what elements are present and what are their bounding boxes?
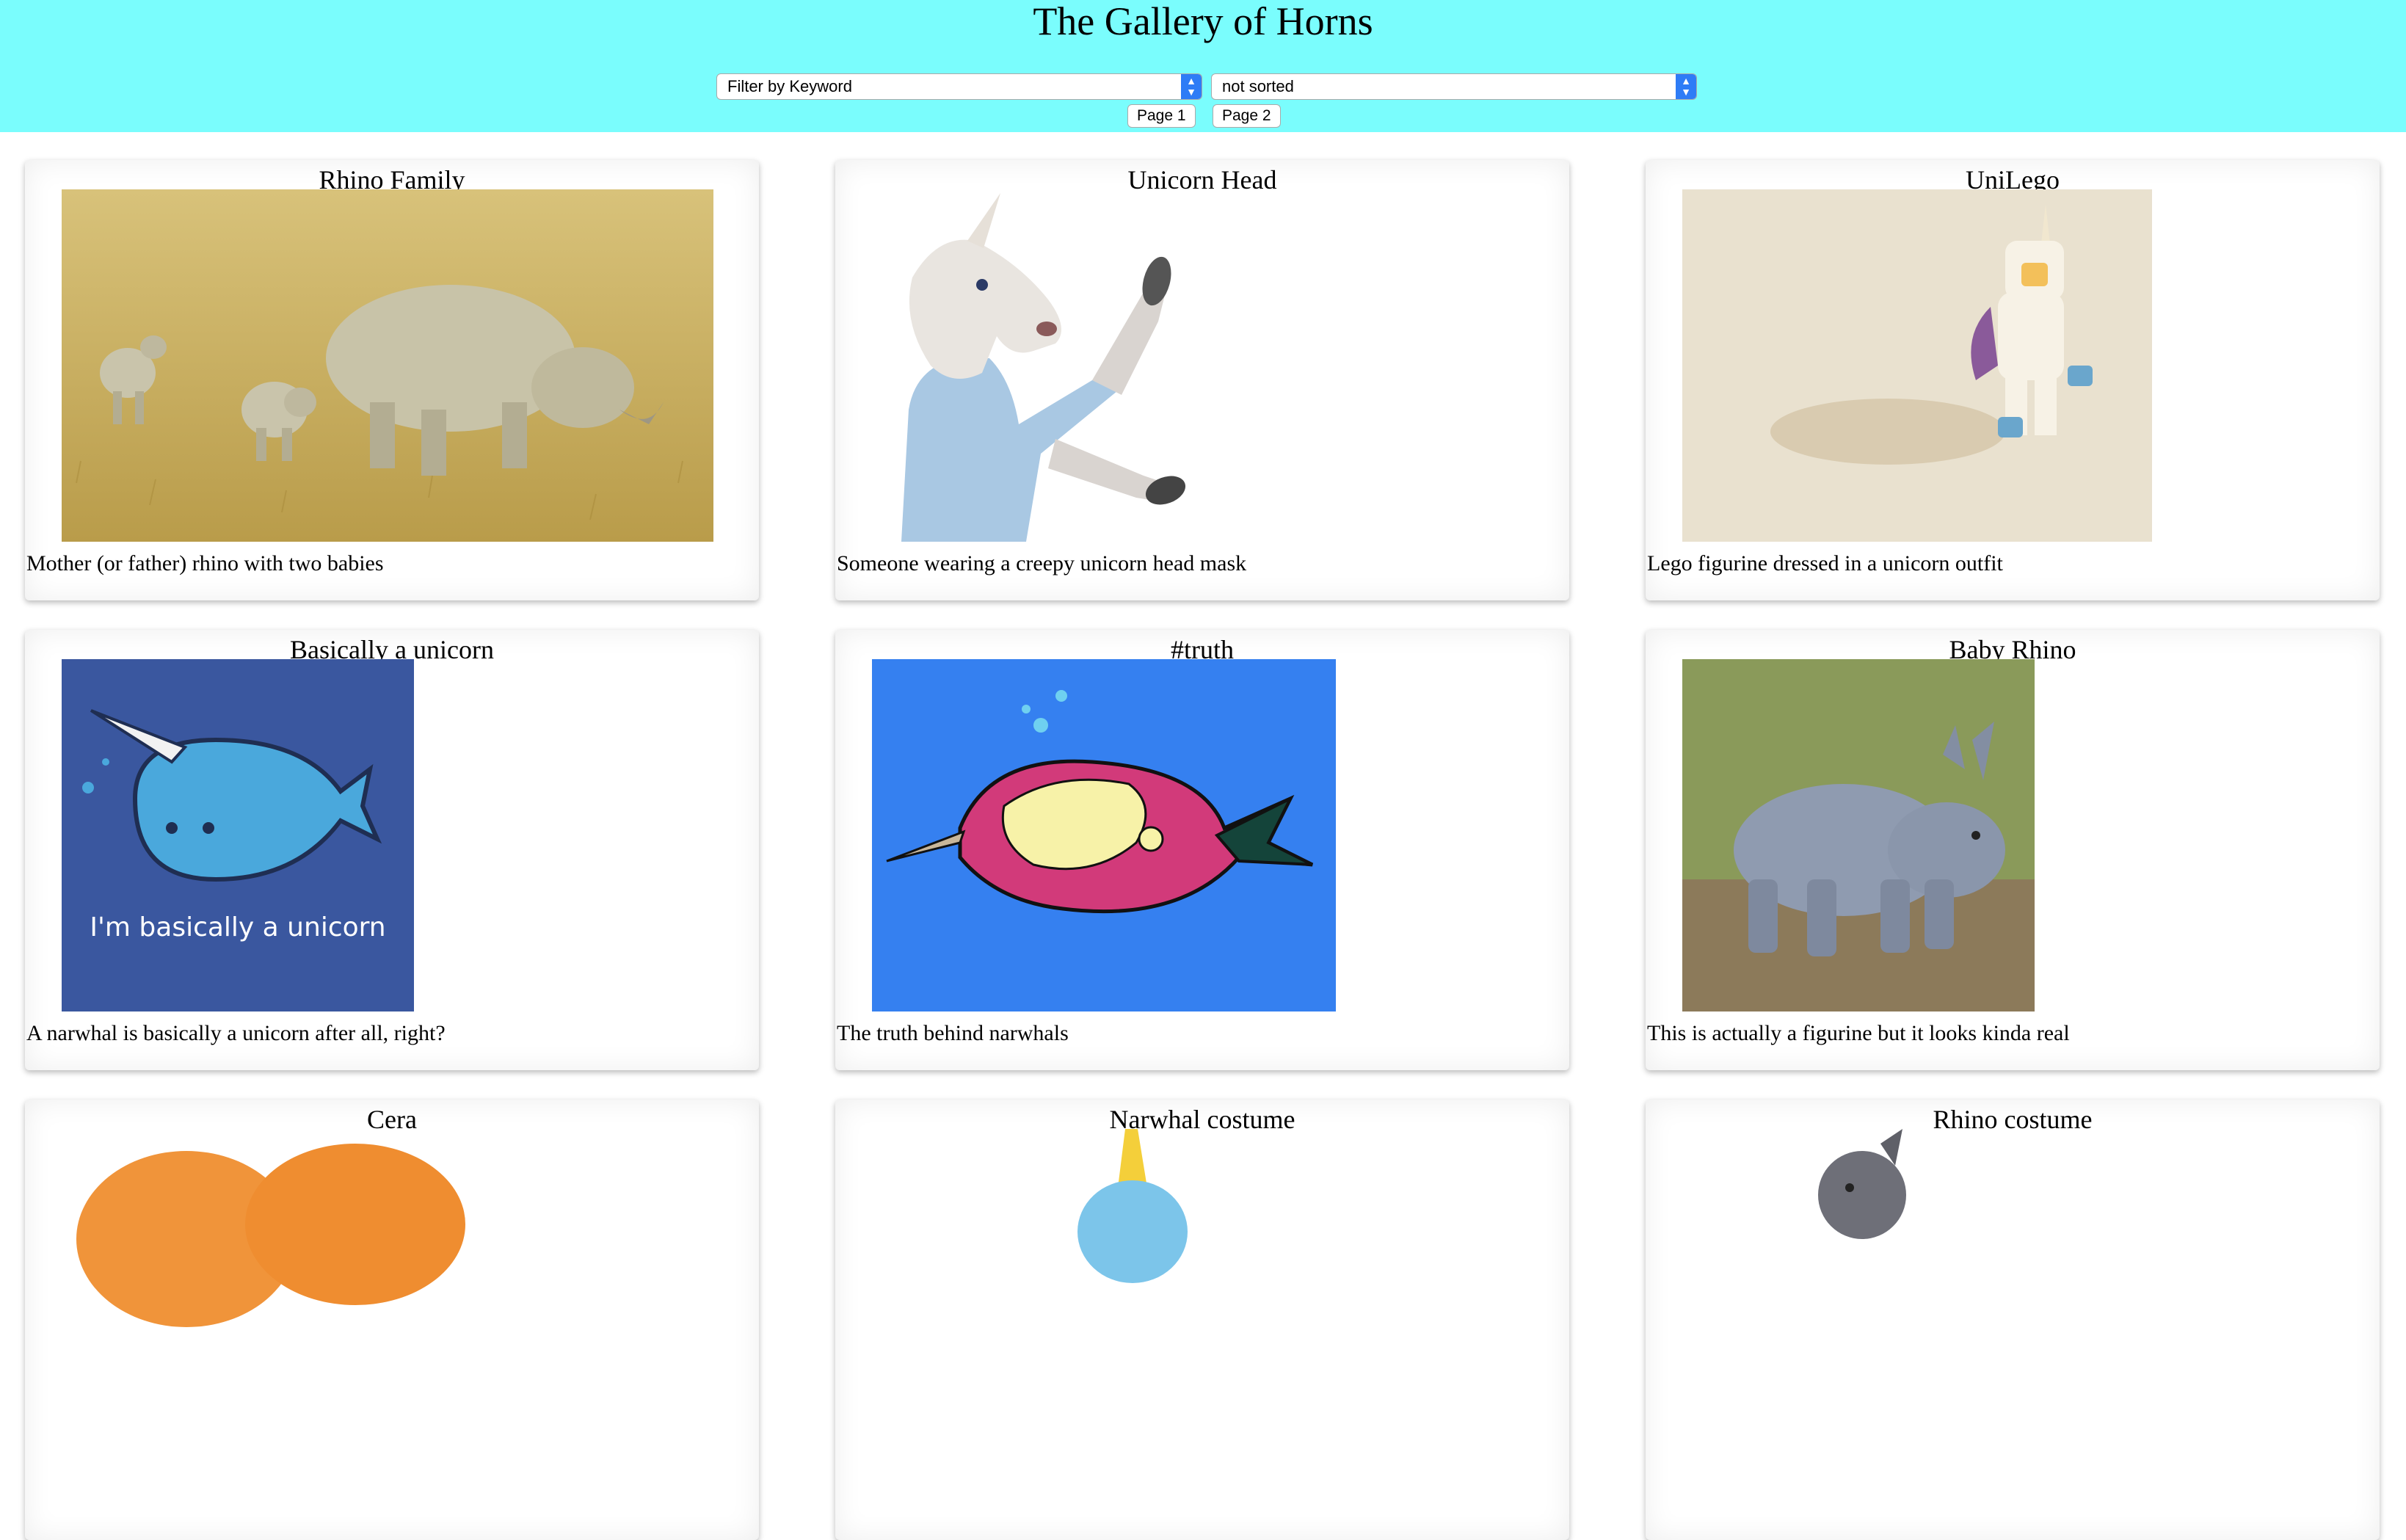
narwhal-costume-image bbox=[872, 1129, 1400, 1481]
gallery-card: Basically a unicorn I'm basically a unic… bbox=[25, 630, 759, 1070]
keyword-filter-value: Filter by Keyword bbox=[727, 77, 852, 95]
page-title: The Gallery of Horns bbox=[1033, 0, 1373, 43]
header: The Gallery of Horns Filter by Keyword ▲… bbox=[0, 0, 2406, 132]
gallery-card: #truth The truth behind narwhals bbox=[835, 630, 1569, 1070]
page-2-button[interactable]: Page 2 bbox=[1213, 104, 1281, 128]
keyword-filter-select[interactable]: Filter by Keyword ▲ ▼ bbox=[716, 73, 1202, 100]
truth-narwhal-image bbox=[872, 659, 1336, 1011]
unicorn-head-image bbox=[872, 189, 1224, 542]
card-description: The truth behind narwhals bbox=[837, 1021, 1069, 1045]
gallery-card: Narwhal costume bbox=[835, 1100, 1569, 1540]
card-description: Someone wearing a creepy unicorn head ma… bbox=[837, 551, 1247, 575]
page-1-button[interactable]: Page 1 bbox=[1127, 104, 1196, 128]
rhino-costume-image bbox=[1682, 1129, 2035, 1481]
image-caption-text: I'm basically a unicorn bbox=[90, 912, 386, 942]
card-description: Mother (or father) rhino with two babies bbox=[26, 551, 384, 575]
gallery-card: Rhino Family Mother (or father) rhino wi… bbox=[25, 160, 759, 600]
gallery-card: UniLego Lego figurine dressed in a unico… bbox=[1646, 160, 2380, 600]
sort-select-value: not sorted bbox=[1222, 77, 1294, 95]
card-description: A narwhal is basically a unicorn after a… bbox=[26, 1021, 446, 1045]
cera-image bbox=[62, 1129, 713, 1481]
narwhal-shirt-image: I'm basically a unicorn bbox=[62, 659, 414, 1011]
sort-select[interactable]: not sorted ▲ ▼ bbox=[1211, 73, 1697, 100]
select-arrows-icon: ▲ ▼ bbox=[1676, 74, 1696, 99]
rhino-family-image bbox=[62, 189, 713, 542]
baby-rhino-image bbox=[1682, 659, 2035, 1011]
select-arrows-icon: ▲ ▼ bbox=[1181, 74, 1202, 99]
gallery-card: Baby Rhino This is actually a figurine b… bbox=[1646, 630, 2380, 1070]
unilego-image bbox=[1682, 189, 2152, 542]
card-description: Lego figurine dressed in a unicorn outfi… bbox=[1647, 551, 2003, 575]
gallery-card: Cera bbox=[25, 1100, 759, 1540]
gallery-card: Unicorn Head Someone wearing a creepy un… bbox=[835, 160, 1569, 600]
gallery-card: Rhino costume bbox=[1646, 1100, 2380, 1540]
card-description: This is actually a figurine but it looks… bbox=[1647, 1021, 2070, 1045]
